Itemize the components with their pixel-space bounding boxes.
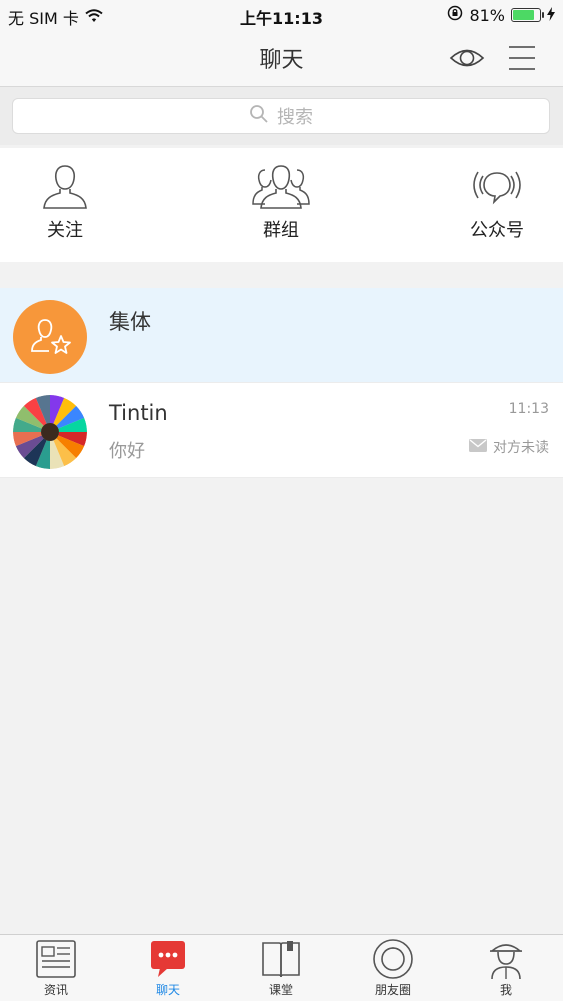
news-icon: [0, 937, 112, 981]
chat-time: 11:13: [508, 401, 549, 417]
nav-bar: 聊天: [0, 30, 563, 87]
chat-row-tintin[interactable]: Tintin 11:13 你好 对方未读: [0, 383, 563, 478]
quick-label-groups: 群组: [263, 220, 299, 241]
quick-label-follow: 关注: [47, 220, 83, 241]
camera-lens-icon: [337, 937, 449, 981]
orientation-lock-icon: [447, 5, 463, 25]
tab-bar: 资讯 聊天 课堂 朋友圈 我: [0, 934, 563, 1001]
chat-row-group[interactable]: 集体: [0, 288, 563, 383]
quick-access-row: 关注 群组 公众号: [0, 148, 563, 262]
menu-icon[interactable]: [506, 42, 538, 74]
chat-icon: [112, 937, 224, 981]
tab-label-moments: 朋友圈: [374, 983, 411, 997]
quick-item-groups[interactable]: 群组: [221, 162, 341, 242]
envelope-icon: [469, 438, 487, 456]
broadcast-icon: [437, 162, 557, 212]
tab-chat[interactable]: 聊天: [112, 937, 224, 998]
search-icon: [249, 104, 269, 129]
group-star-avatar: [13, 300, 87, 374]
search-input[interactable]: 搜索: [12, 98, 550, 134]
battery-icon: [511, 8, 544, 22]
tab-me[interactable]: 我: [450, 937, 562, 998]
charging-icon: [547, 6, 555, 25]
read-status-label: 对方未读: [493, 440, 549, 456]
tab-label-chat: 聊天: [155, 983, 180, 997]
tab-classroom[interactable]: 课堂: [225, 937, 337, 998]
eye-icon[interactable]: [448, 42, 486, 74]
search-placeholder: 搜索: [277, 107, 313, 128]
chat-list: 集体 Tintin 11:13 你好 对方未读: [0, 288, 563, 478]
book-icon: [225, 937, 337, 981]
person-icon: [5, 162, 125, 212]
profile-icon: [450, 937, 562, 981]
group-icon: [221, 162, 341, 212]
tab-label-classroom: 课堂: [268, 983, 293, 997]
read-status: 对方未读: [469, 437, 549, 457]
status-bar: 无 SIM 卡 上午11:13 81%: [0, 0, 563, 30]
tab-news[interactable]: 资讯: [0, 937, 112, 998]
colored-pencils-avatar: [13, 395, 87, 469]
tab-label-news: 资讯: [43, 983, 68, 997]
tab-moments[interactable]: 朋友圈: [337, 937, 449, 998]
chat-name: Tintin: [109, 401, 168, 425]
quick-item-official-accounts[interactable]: 公众号: [437, 162, 557, 242]
quick-item-follow[interactable]: 关注: [5, 162, 125, 242]
battery-percent: 81%: [469, 5, 505, 25]
status-right: 81%: [447, 5, 555, 25]
search-area: 搜索: [0, 87, 563, 145]
chat-preview: 你好: [109, 441, 145, 462]
tab-label-me: 我: [499, 983, 512, 997]
quick-label-official-accounts: 公众号: [470, 220, 524, 241]
chat-name: 集体: [109, 310, 151, 334]
